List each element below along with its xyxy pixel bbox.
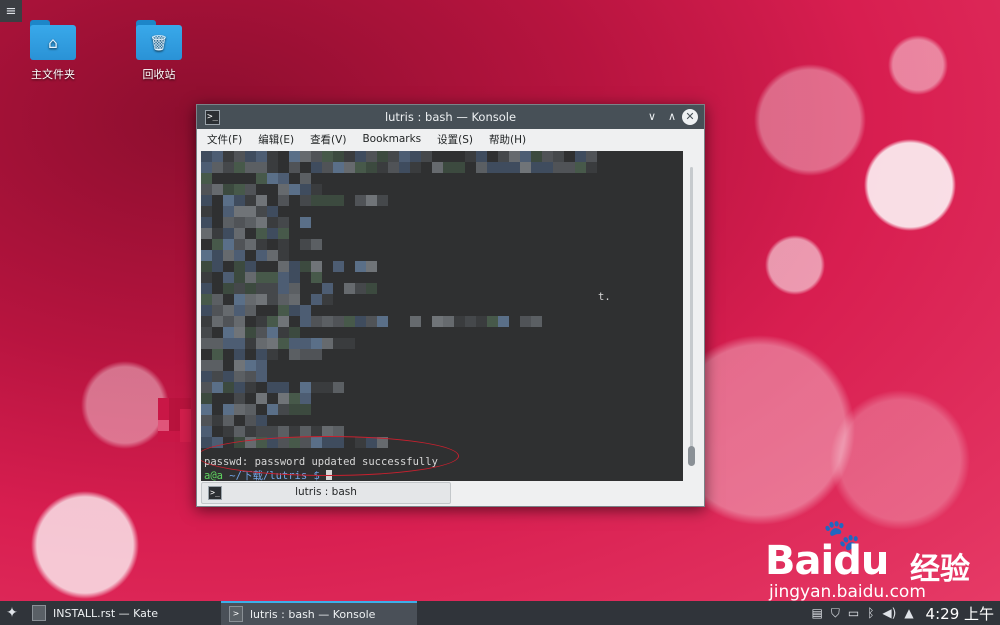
home-folder-icon: ⌂ <box>30 20 76 60</box>
desktop-icon-trash[interactable]: 🗑 回收站 <box>119 20 199 82</box>
system-tray: ▤ ⛉ ▭ ᛒ ◀) ▲ 4:29 上午 <box>807 601 1000 625</box>
terminal-fragment: t. <box>598 291 611 303</box>
window-title: lutris : bash — Konsole <box>384 110 517 124</box>
watermark-url: jingyan.baidu.com <box>769 582 926 602</box>
document-icon <box>32 605 46 621</box>
application-launcher-icon[interactable]: ✦ <box>0 601 24 625</box>
window-titlebar[interactable]: >_ lutris : bash — Konsole ∨ ∧ ✕ <box>197 105 704 129</box>
desktop-icon-label: 主文件夹 <box>31 68 75 81</box>
terminal-icon: > <box>229 606 243 622</box>
volume-icon[interactable]: ◀) <box>882 606 896 620</box>
session-tab[interactable]: >_ lutris : bash <box>201 482 451 504</box>
scrollbar-thumb[interactable] <box>688 446 695 466</box>
network-icon[interactable]: ▭ <box>848 606 859 620</box>
maximize-icon[interactable]: ∧ <box>664 109 680 125</box>
menu-file[interactable]: 文件(F) <box>207 132 242 147</box>
taskbar: ✦ INSTALL.rst — Kate > lutris : bash — K… <box>0 601 1000 625</box>
baidu-watermark: 🐾 Baidu 经验 jingyan.baidu.com <box>765 518 990 602</box>
menu-help[interactable]: 帮助(H) <box>489 132 526 147</box>
desktop-icon-label: 回收站 <box>142 68 176 81</box>
desktop-icon-home[interactable]: ⌂ 主文件夹 <box>13 20 93 82</box>
task-label: lutris : bash — Konsole <box>250 607 376 621</box>
terminal-view[interactable]: t. passwd: password updated successfully… <box>201 151 683 481</box>
mosaic-censored-output <box>201 151 597 448</box>
mosaic-spill <box>158 398 198 442</box>
session-tab-label: lutris : bash <box>295 486 357 498</box>
annotation-ellipse <box>201 436 459 476</box>
clock[interactable]: 4:29 上午 <box>926 603 994 624</box>
menu-bookmarks[interactable]: Bookmarks <box>362 133 421 145</box>
minimize-icon[interactable]: ∨ <box>644 109 660 125</box>
menu-settings[interactable]: 设置(S) <box>437 132 473 147</box>
konsole-window[interactable]: >_ lutris : bash — Konsole ∨ ∧ ✕ 文件(F) 编… <box>196 104 705 507</box>
prompt-user: a@a <box>204 470 223 481</box>
watermark-brand: Baidu <box>765 538 889 584</box>
close-icon[interactable]: ✕ <box>682 109 698 125</box>
menu-edit[interactable]: 编辑(E) <box>258 132 294 147</box>
expand-tray-icon[interactable]: ▲ <box>904 606 913 620</box>
desktop: ≡ ⌂ 主文件夹 🗑 回收站 >_ lutris : bash — Konsol… <box>0 0 1000 602</box>
bluetooth-icon[interactable]: ᛒ <box>867 606 874 620</box>
clipboard-icon[interactable]: ▤ <box>811 606 822 620</box>
menu-view[interactable]: 查看(V) <box>310 132 346 147</box>
trash-folder-icon: 🗑 <box>136 20 182 60</box>
menu-bar: 文件(F) 编辑(E) 查看(V) Bookmarks 设置(S) 帮助(H) <box>197 129 704 149</box>
terminal-scrollbar[interactable] <box>685 151 698 481</box>
desktop-menu-button[interactable]: ≡ <box>0 0 22 22</box>
task-kate[interactable]: INSTALL.rst — Kate <box>24 601 220 625</box>
task-konsole[interactable]: > lutris : bash — Konsole <box>221 601 417 625</box>
task-label: INSTALL.rst — Kate <box>53 606 158 620</box>
menu-icon: ≡ <box>5 3 17 19</box>
shield-icon[interactable]: ⛉ <box>831 606 840 621</box>
